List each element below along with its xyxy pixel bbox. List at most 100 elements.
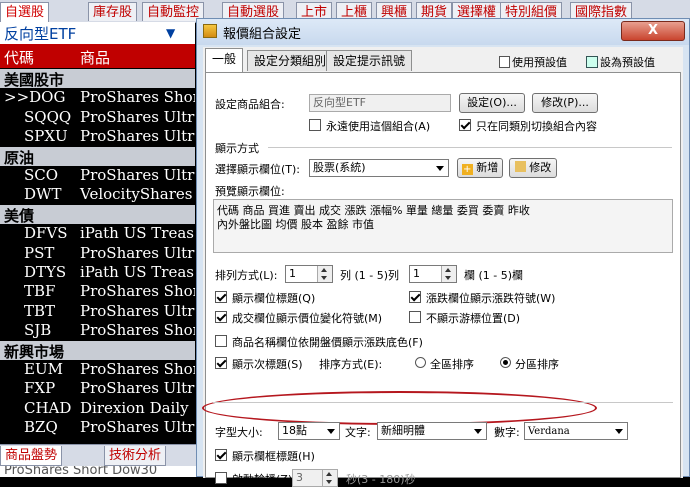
set-default-button[interactable]: 設為預設值: [586, 54, 655, 70]
row-code: CHAD: [24, 398, 72, 417]
table-row[interactable]: TBF ProShares Shor: [0, 282, 195, 301]
column-header-name[interactable]: 商品: [80, 47, 110, 68]
row-name: VelocityShares: [80, 185, 193, 204]
number-font-dropdown[interactable]: Verdana: [524, 422, 628, 440]
same-category-switch-checkbox[interactable]: [459, 119, 471, 131]
display-section-heading: 顯示方式: [215, 142, 259, 155]
show-subtitle-checkbox[interactable]: [215, 357, 227, 369]
category-row[interactable]: 原油: [0, 146, 195, 166]
no-cursor-checkbox[interactable]: [409, 311, 421, 323]
top-tab-1[interactable]: 庫存股: [88, 2, 138, 21]
plus-icon: +: [461, 164, 473, 175]
chevron-down-icon[interactable]: ▼: [166, 26, 175, 40]
sort-section-radio[interactable]: [500, 357, 511, 368]
select-columns-label: 選擇顯示欄位(T):: [215, 163, 301, 176]
table-row[interactable]: SCO ProShares Ultr: [0, 166, 195, 185]
section-divider: [213, 402, 673, 403]
spinner-arrows-icon[interactable]: [441, 266, 456, 282]
font-size-value: 18點: [282, 424, 307, 437]
bottom-tab-1[interactable]: 技術分析: [104, 446, 167, 466]
tab-alert-signals[interactable]: 設定提示訊號: [326, 50, 413, 71]
trade-change-checkbox[interactable]: [215, 311, 227, 323]
column-header-code[interactable]: 代碼: [4, 47, 34, 68]
set-group-field: 反向型ETF: [309, 94, 451, 112]
category-row[interactable]: 新興市場: [0, 340, 195, 360]
row-name: ProShares Ultr: [80, 127, 195, 146]
font-size-dropdown[interactable]: 18點: [278, 422, 340, 440]
add-button-label: 新增: [476, 161, 499, 174]
section-divider: [268, 147, 672, 148]
row-code: DWT: [24, 185, 62, 204]
text-font-dropdown[interactable]: 新細明體: [377, 422, 487, 440]
row-name: ProShares Ultr: [80, 107, 195, 126]
top-tab-2[interactable]: 自動監控: [142, 2, 205, 21]
bottom-tab-0[interactable]: 商品盤勢: [0, 446, 63, 466]
row-name: ProShares Ultr: [80, 166, 195, 184]
table-row[interactable]: SQQQ ProShares Ultr: [0, 108, 195, 127]
sort-column-spinner[interactable]: 1: [285, 265, 333, 283]
set-group-button[interactable]: 設定(O)...: [459, 93, 525, 113]
table-row[interactable]: DFVS iPath US Treas: [0, 224, 195, 243]
top-tab-0[interactable]: 自選股: [0, 2, 50, 23]
tab-general[interactable]: 一般: [205, 48, 244, 72]
modify-group-button[interactable]: 修改(P)...: [532, 93, 598, 113]
rotate-checkbox[interactable]: [215, 472, 227, 484]
dialog-titlebar[interactable]: 報價組合設定 X: [197, 19, 689, 45]
table-row[interactable]: CHAD Direxion Daily: [0, 399, 195, 418]
change-symbol-checkbox[interactable]: [409, 291, 421, 303]
select-columns-dropdown[interactable]: 股票(系統): [309, 159, 449, 177]
chevron-down-icon[interactable]: [612, 423, 627, 439]
show-title-checkbox[interactable]: [215, 291, 227, 303]
add-button[interactable]: + 新增: [457, 158, 503, 178]
trade-change-label: 成交欄位顯示價位變化符號(M): [232, 312, 383, 325]
row-code: DTYS: [24, 263, 67, 281]
edit-button[interactable]: 修改: [509, 158, 557, 178]
row-name: ProShares Ultr: [80, 379, 195, 398]
table-row[interactable]: >>DOG ProShares Shor: [0, 88, 195, 107]
table-row[interactable]: DTYS iPath US Treas: [0, 263, 195, 282]
rotate-spinner: 3: [292, 469, 338, 487]
table-row[interactable]: TBT ProShares Ultr: [0, 302, 195, 321]
table-row[interactable]: DWT VelocityShares: [0, 185, 195, 204]
row-code: 新興市場: [4, 342, 65, 360]
table-row[interactable]: PST ProShares Ultr: [0, 244, 195, 263]
quote-settings-dialog: 報價組合設定 X 一般 設定分類組別 設定提示訊號 使用預設值 設為預設值 設定…: [196, 18, 690, 487]
dialog-title: 報價組合設定: [223, 27, 302, 42]
sort-row-spinner[interactable]: 1: [409, 265, 457, 283]
sort-all-radio[interactable]: [415, 357, 426, 368]
table-row[interactable]: SPXU ProShares Ultr: [0, 127, 195, 146]
category-row[interactable]: 美國股市: [0, 69, 195, 88]
chevron-down-icon[interactable]: [471, 423, 486, 439]
column-border-checkbox[interactable]: [215, 449, 227, 461]
table-row[interactable]: BZQ ProShares Ultr: [0, 418, 195, 437]
row-code: 原油: [4, 148, 35, 166]
chevron-down-icon[interactable]: [433, 160, 448, 176]
chevron-down-icon[interactable]: [324, 423, 339, 439]
tab-category-groups[interactable]: 設定分類組別: [247, 50, 334, 71]
number-font-value: Verdana: [528, 426, 570, 437]
table-row[interactable]: SJB ProShares Shor: [0, 321, 195, 340]
group-select[interactable]: 反向型ETF ▼: [0, 22, 195, 45]
row-name: ProShares Ultr: [80, 418, 195, 437]
always-use-checkbox[interactable]: [309, 119, 321, 131]
table-row[interactable]: FXP ProShares Ultr: [0, 379, 195, 398]
close-button[interactable]: X: [621, 21, 685, 41]
table-row[interactable]: EUM ProShares Shor: [0, 360, 195, 379]
name-bg-checkbox[interactable]: [215, 335, 227, 347]
use-default-button[interactable]: 使用預設值: [499, 54, 567, 70]
list-header: 代碼 商品: [0, 44, 195, 68]
change-symbol-label: 漲跌欄位顯示漲跌符號(W): [426, 292, 556, 305]
highlight-ellipse: [202, 391, 597, 425]
sort-row-unit: 欄 (1 - 5)欄: [464, 269, 524, 282]
sort-section-label: 分區排序: [515, 358, 559, 371]
document-icon: [499, 56, 510, 68]
sort-row-value: 1: [413, 267, 420, 280]
category-row[interactable]: 美債: [0, 204, 195, 224]
row-code: SPXU: [24, 127, 68, 146]
spinner-arrows-icon[interactable]: [317, 266, 332, 282]
sort-label: 排列方式(L):: [215, 269, 278, 282]
text-font-value: 新細明體: [381, 424, 425, 437]
select-columns-value: 股票(系統): [313, 161, 366, 174]
general-panel: 設定商品組合: 反向型ETF 設定(O)... 修改(P)... 永遠使用這個組…: [202, 72, 681, 487]
same-category-switch-label: 只在同類別切換組合內容: [476, 120, 597, 133]
